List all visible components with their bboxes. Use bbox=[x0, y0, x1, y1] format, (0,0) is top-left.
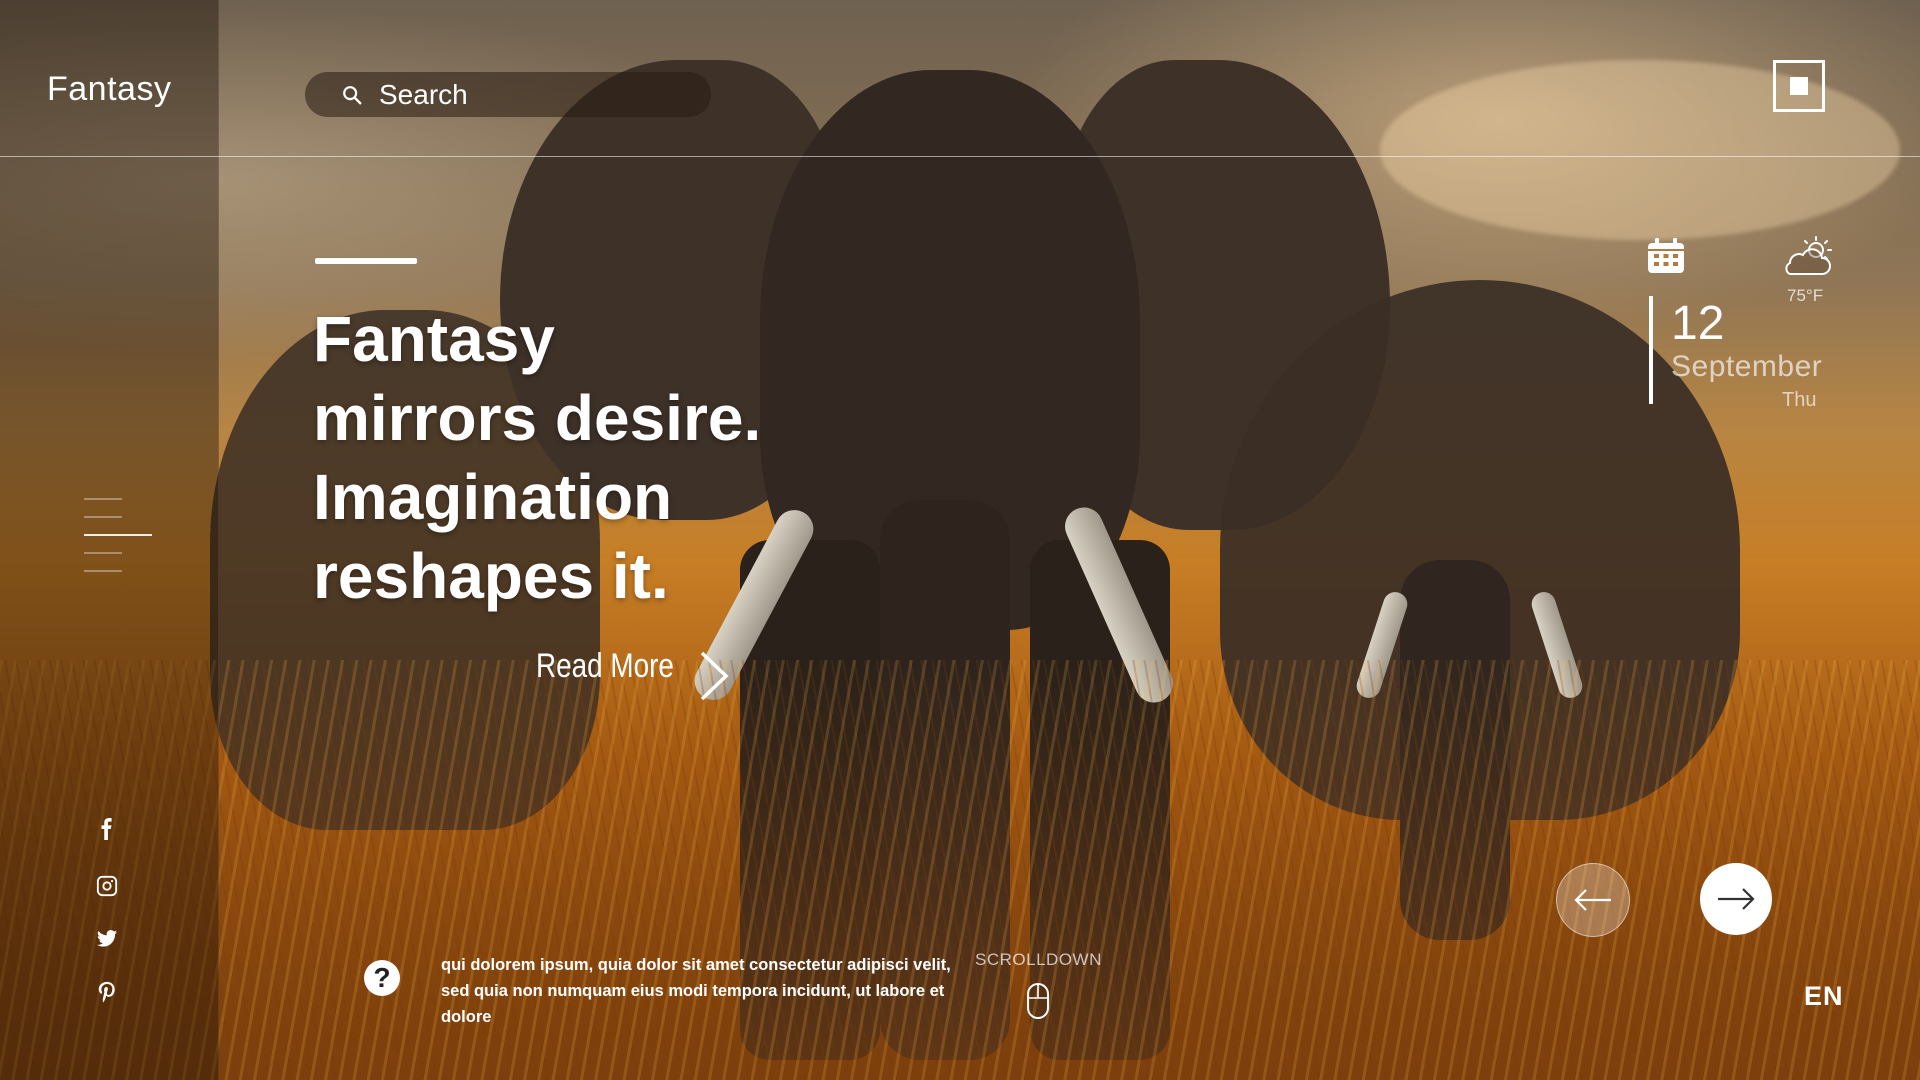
search-bar[interactable] bbox=[305, 72, 711, 117]
headline-line: Imagination bbox=[313, 461, 673, 533]
next-slide-button[interactable] bbox=[1700, 863, 1772, 935]
partly-cloudy-icon bbox=[1785, 236, 1832, 275]
arrow-right-icon bbox=[1718, 888, 1755, 910]
headline-line: Fantasy bbox=[313, 303, 555, 375]
arrow-left-icon bbox=[1574, 889, 1611, 911]
calendar-icon bbox=[1648, 238, 1684, 273]
help-button[interactable]: ? bbox=[364, 960, 400, 996]
language-selector[interactable]: EN bbox=[1804, 981, 1844, 1012]
background-image bbox=[0, 0, 1920, 1080]
read-more-label: Read More bbox=[536, 647, 674, 685]
hero-headline: Fantasy mirrors desire. Imagination resh… bbox=[313, 300, 833, 616]
temperature-label: 75°F bbox=[1787, 286, 1824, 305]
fullscreen-button[interactable] bbox=[1773, 60, 1825, 112]
hero-accent-rule bbox=[315, 258, 417, 264]
header-divider bbox=[0, 156, 1920, 157]
headline-line: mirrors desire. bbox=[313, 382, 762, 454]
pinterest-icon[interactable] bbox=[92, 977, 122, 1007]
search-input[interactable] bbox=[377, 77, 681, 112]
menu-line-active[interactable] bbox=[84, 534, 152, 536]
square-icon bbox=[1790, 77, 1808, 95]
previous-slide-button[interactable] bbox=[1556, 863, 1630, 937]
date-month: September bbox=[1671, 350, 1823, 383]
date-weekday: Thu bbox=[1782, 389, 1817, 411]
instagram-icon[interactable] bbox=[92, 871, 122, 901]
twitter-icon[interactable] bbox=[92, 924, 122, 954]
chevron-right-icon bbox=[700, 651, 729, 701]
read-more-link[interactable]: Read More bbox=[536, 647, 729, 701]
slide-menu[interactable] bbox=[84, 498, 154, 588]
menu-line[interactable] bbox=[84, 552, 122, 554]
search-icon bbox=[343, 85, 362, 104]
mouse-scroll-icon[interactable] bbox=[1026, 982, 1050, 1022]
menu-line[interactable] bbox=[84, 498, 122, 500]
date-day: 12 bbox=[1671, 297, 1725, 350]
menu-line[interactable] bbox=[84, 570, 122, 572]
sidebar: Fantasy bbox=[0, 0, 219, 1080]
headline-line: reshapes it. bbox=[313, 540, 669, 612]
menu-line[interactable] bbox=[84, 516, 122, 518]
scroll-down-label: SCROLLDOWN bbox=[975, 950, 1102, 969]
description-text: qui dolorem ipsum, quia dolor sit amet c… bbox=[441, 956, 951, 1026]
date-accent-bar bbox=[1649, 296, 1653, 404]
facebook-icon[interactable] bbox=[92, 814, 122, 844]
brand-logo[interactable]: Fantasy bbox=[47, 70, 171, 109]
